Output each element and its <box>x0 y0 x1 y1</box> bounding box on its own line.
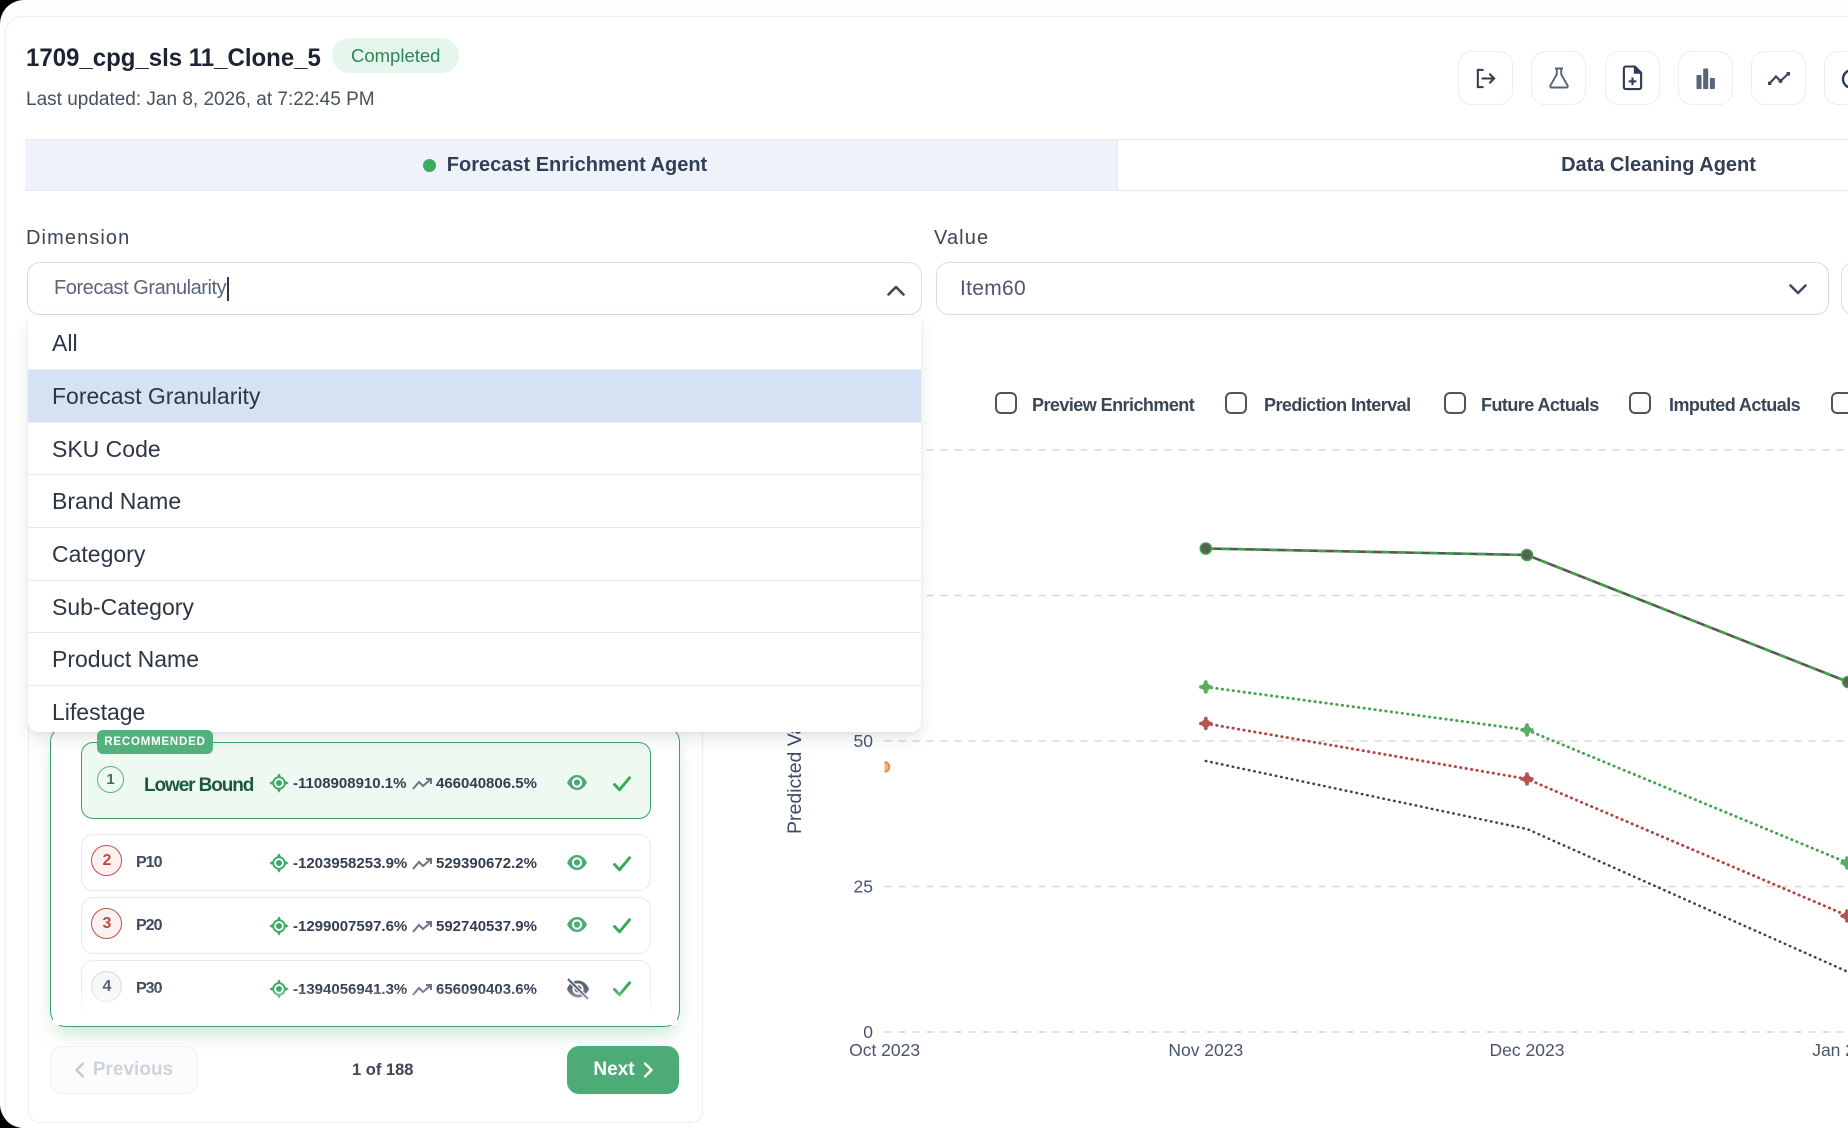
svg-text:25: 25 <box>854 877 873 897</box>
svg-text:Nov 2023: Nov 2023 <box>1168 1040 1243 1060</box>
svg-text:0: 0 <box>863 1022 873 1042</box>
svg-text:Dec 2023: Dec 2023 <box>1490 1040 1565 1060</box>
svg-text:Oct 2023: Oct 2023 <box>849 1040 920 1060</box>
svg-text:50: 50 <box>854 731 874 751</box>
svg-text:Jan 2024: Jan 2024 <box>1812 1040 1848 1060</box>
